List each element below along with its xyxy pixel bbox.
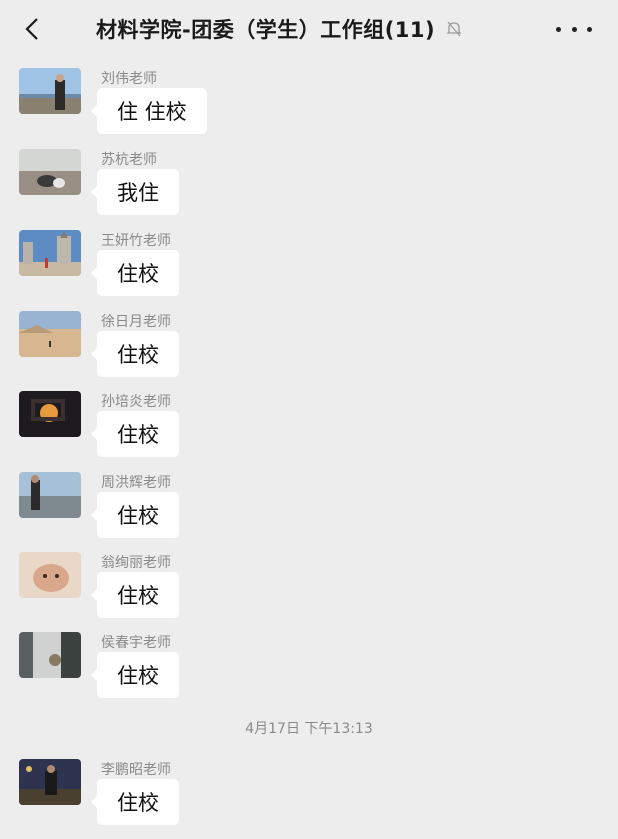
message-bubble[interactable]: 住校 <box>91 250 179 296</box>
message-bubble[interactable]: 住校 <box>91 411 179 457</box>
more-horizontal-icon <box>556 26 561 32</box>
chat-title: 材料学院-团委（学生）工作组(11) <box>96 18 436 42</box>
message-row: 李鹏昭老师 住校 <box>0 759 618 839</box>
avatar-image <box>19 632 81 678</box>
avatar[interactable] <box>19 391 81 437</box>
avatar[interactable] <box>19 632 81 678</box>
chevron-left-icon <box>25 18 38 40</box>
avatar-image <box>19 230 81 276</box>
message-row: 徐日月老师 住校 <box>0 311 618 391</box>
message-bubble[interactable]: 住校 <box>91 779 179 825</box>
avatar[interactable] <box>19 68 81 114</box>
message-bubble[interactable]: 住校 <box>91 652 179 698</box>
message-row: 侯春宇老师 住校 <box>0 632 618 712</box>
message-bubble[interactable]: 住校 <box>91 572 179 618</box>
more-button[interactable] <box>556 18 592 40</box>
sender-name: 王妍竹老师 <box>101 233 171 249</box>
avatar-image <box>19 391 81 437</box>
bell-off-icon <box>446 21 462 37</box>
back-button[interactable] <box>18 14 46 44</box>
sender-name: 刘伟老师 <box>101 71 157 87</box>
message-bubble[interactable]: 住校 <box>91 492 179 538</box>
avatar-image <box>19 552 81 598</box>
avatar[interactable] <box>19 230 81 276</box>
avatar-image <box>19 149 81 195</box>
message-row: 苏杭老师 我住 <box>0 149 618 229</box>
message-row: 翁绚丽老师 住校 <box>0 552 618 632</box>
chat-title-group[interactable]: 材料学院-团委（学生）工作组(11) <box>96 12 463 46</box>
avatar-image <box>19 759 81 805</box>
message-row: 孙培炎老师 住校 <box>0 391 618 471</box>
avatar-image <box>19 68 81 114</box>
avatar[interactable] <box>19 149 81 195</box>
avatar[interactable] <box>19 759 81 805</box>
message-bubble[interactable]: 住校 <box>91 331 179 377</box>
sender-name: 孙培炎老师 <box>101 394 171 410</box>
chat-header: 材料学院-团委（学生）工作组(11) <box>0 0 618 58</box>
message-timestamp: 4月17日 下午13:13 <box>245 721 373 737</box>
sender-name: 周洪辉老师 <box>101 475 171 491</box>
avatar-image <box>19 311 81 357</box>
message-row: 王妍竹老师 住校 <box>0 230 618 310</box>
avatar[interactable] <box>19 552 81 598</box>
message-row: 周洪辉老师 住校 <box>0 472 618 552</box>
sender-name: 苏杭老师 <box>101 152 157 168</box>
avatar[interactable] <box>19 311 81 357</box>
message-bubble[interactable]: 住 住校 <box>91 88 207 134</box>
sender-name: 李鹏昭老师 <box>101 762 171 778</box>
message-row: 刘伟老师 住 住校 <box>0 68 618 148</box>
message-bubble[interactable]: 我住 <box>91 169 179 215</box>
avatar[interactable] <box>19 472 81 518</box>
sender-name: 翁绚丽老师 <box>101 555 171 571</box>
avatar-image <box>19 472 81 518</box>
sender-name: 侯春宇老师 <box>101 635 171 651</box>
sender-name: 徐日月老师 <box>101 314 171 330</box>
